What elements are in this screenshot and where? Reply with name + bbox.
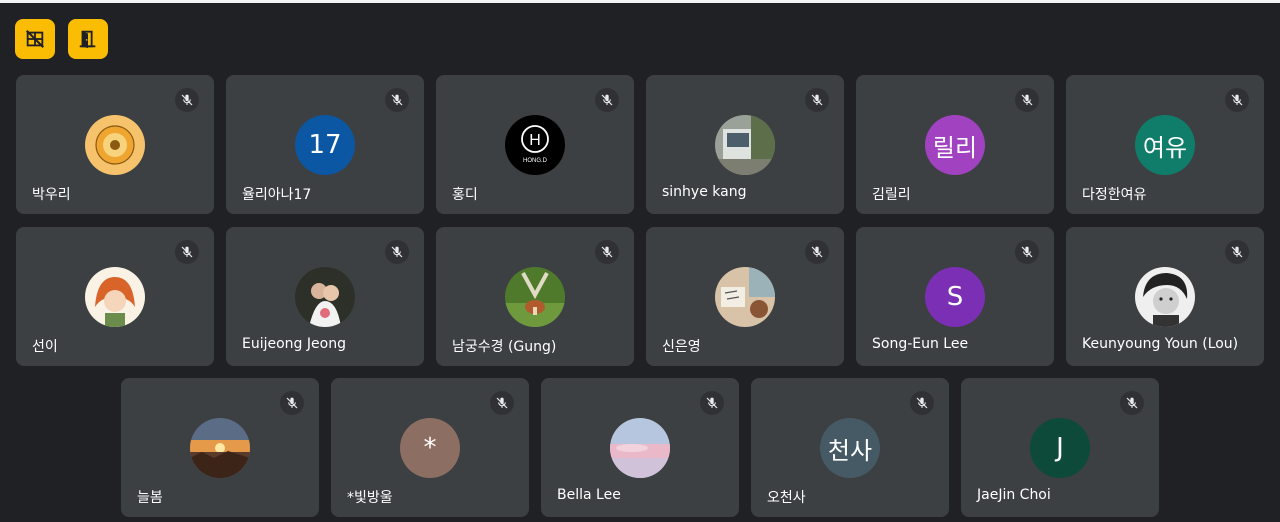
participant-name: 율리아나17 [242,187,312,203]
mic-off-icon [1015,88,1039,112]
avatar: 천사 [820,418,880,478]
participant-tile[interactable]: 여유다정한여유 [1066,75,1264,214]
participant-tile[interactable]: Euijeong Jeong [226,227,424,366]
participant-name: JaeJin Choi [977,487,1051,503]
participant-name: 늘봄 [137,490,163,506]
avatar: S [925,267,985,327]
avatar [505,267,565,327]
participant-name: 신은영 [662,339,701,355]
participant-tile[interactable]: * *빛방울 [331,378,529,517]
avatar [295,267,355,327]
participant-tile[interactable]: Bella Lee [541,378,739,517]
hidden-grid-icon [26,30,44,48]
mic-off-icon [490,391,514,415]
mic-off-icon [1225,88,1249,112]
participant-tile[interactable]: 선이 [16,227,214,366]
mic-off-icon [280,391,304,415]
door-exit-icon [79,30,96,49]
participant-name: 오천사 [767,490,806,506]
avatar [190,418,250,478]
participant-tile[interactable]: 천사오천사 [751,378,949,517]
avatar: 여유 [1135,115,1195,175]
avatar: 17 [295,115,355,175]
participant-tile[interactable]: S Song-Eun Lee [856,227,1054,366]
avatar [1135,267,1195,327]
leave-call-button[interactable] [68,19,108,59]
participant-tile[interactable]: sinhye kang [646,75,844,214]
avatar: * [400,418,460,478]
participant-name: 김릴리 [872,187,911,203]
svg-text:H: H [529,132,541,149]
participant-name: 박우리 [32,187,71,203]
avatar [610,418,670,478]
participant-name: sinhye kang [662,184,747,200]
participant-name: Song-Eun Lee [872,336,969,352]
window-top-edge [0,0,1280,3]
mic-off-icon [910,391,934,415]
participant-name: Euijeong Jeong [242,336,346,352]
participant-tile[interactable]: 릴리김릴리 [856,75,1054,214]
avatar [85,267,145,327]
participant-name: 다정한여유 [1082,187,1147,203]
avatar: 릴리 [925,115,985,175]
mic-off-icon [385,88,409,112]
participant-tile[interactable]: 남궁수경 (Gung) [436,227,634,366]
mic-off-icon [805,88,829,112]
participant-name: Bella Lee [557,487,621,503]
participant-tile[interactable]: H HONG.D 홍디 [436,75,634,214]
participant-name: *빛방울 [347,490,393,506]
participant-tile[interactable]: Keunyoung Youn (Lou) [1066,227,1264,366]
participant-name: Keunyoung Youn (Lou) [1082,336,1239,352]
hide-tiles-button[interactable] [15,19,55,59]
mic-off-icon [1225,240,1249,264]
avatar [85,115,145,175]
mic-off-icon [595,88,619,112]
svg-text:HONG.D: HONG.D [523,158,548,164]
avatar: J [1030,418,1090,478]
participant-tile[interactable]: 17 율리아나17 [226,75,424,214]
participant-name: 홍디 [452,187,478,203]
avatar [715,115,775,175]
mic-off-icon [805,240,829,264]
mic-off-icon [1015,240,1039,264]
mic-off-icon [1120,391,1144,415]
participant-tile[interactable]: 박우리 [16,75,214,214]
mic-off-icon [385,240,409,264]
avatar [715,267,775,327]
participant-name: 선이 [32,339,58,355]
mic-off-icon [595,240,619,264]
participant-tile[interactable]: 신은영 [646,227,844,366]
participant-name: 남궁수경 (Gung) [452,339,557,355]
participant-tile[interactable]: J JaeJin Choi [961,378,1159,517]
participant-tile[interactable]: 늘봄 [121,378,319,517]
mic-off-icon [175,88,199,112]
mic-off-icon [700,391,724,415]
mic-off-icon [175,240,199,264]
avatar: H HONG.D [505,115,565,175]
